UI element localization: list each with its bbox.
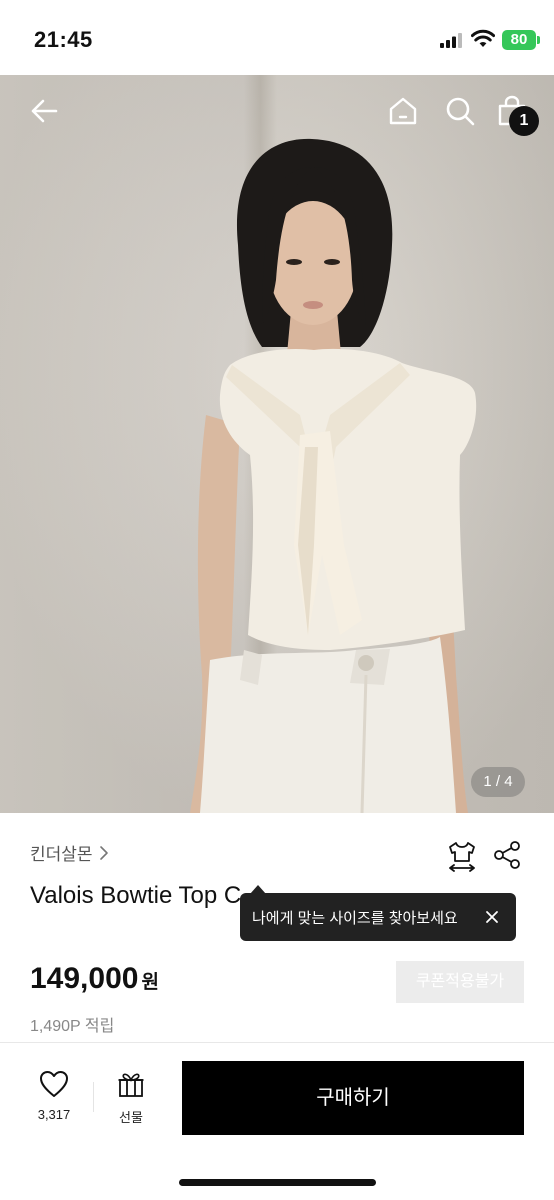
wifi-icon <box>471 29 495 47</box>
price-currency: 원 <box>141 972 159 993</box>
home-button[interactable] <box>387 95 419 132</box>
heart-icon <box>40 1071 68 1097</box>
home-indicator <box>179 1179 376 1186</box>
size-fit-button[interactable] <box>446 840 478 877</box>
product-image[interactable] <box>0 75 554 813</box>
share-icon <box>494 841 520 869</box>
points-text: 1,490P 적립 <box>30 1018 115 1035</box>
gift-label: 선물 <box>119 1110 143 1125</box>
product-title: Valois Bowtie Top C <box>30 882 242 909</box>
gift-icon <box>118 1073 144 1097</box>
product-price: 149,000 원 <box>30 962 159 996</box>
status-bar: 21:45 80 <box>0 0 554 75</box>
cart-count-badge: 1 <box>509 106 539 136</box>
price-value: 149,000 <box>30 962 139 995</box>
search-icon <box>446 97 475 126</box>
brand-name: 킨더살몬 <box>30 845 93 864</box>
image-pager: 1 / 4 <box>471 767 525 797</box>
bottom-bar-divider <box>0 1042 554 1043</box>
brand-link[interactable]: 킨더살몬 <box>30 840 109 865</box>
like-button[interactable]: 3,317 <box>28 1070 80 1122</box>
cellular-signal-icon <box>440 33 462 48</box>
gift-button[interactable]: 선물 <box>106 1070 156 1126</box>
chevron-right-icon <box>99 845 108 860</box>
status-time: 21:45 <box>34 27 93 52</box>
battery-tip <box>537 36 540 44</box>
tshirt-size-icon <box>449 842 475 872</box>
battery-indicator: 80 <box>502 30 536 50</box>
share-button[interactable] <box>492 840 522 875</box>
home-icon <box>389 97 417 125</box>
tooltip-arrow <box>250 885 266 894</box>
tooltip-text: 나에게 맞는 사이즈를 찾아보세요 <box>252 910 458 927</box>
coupon-button[interactable]: 쿠폰적용불가 <box>396 961 524 1003</box>
bottom-bar-separator <box>93 1082 94 1112</box>
buy-button[interactable]: 구매하기 <box>182 1061 524 1135</box>
arrow-left-icon <box>31 99 58 123</box>
size-tooltip: 나에게 맞는 사이즈를 찾아보세요 <box>240 885 516 941</box>
like-count: 3,317 <box>37 1107 71 1122</box>
search-button[interactable] <box>444 95 476 132</box>
model-photo <box>190 138 477 813</box>
close-icon[interactable] <box>480 905 504 929</box>
back-button[interactable] <box>28 95 60 132</box>
